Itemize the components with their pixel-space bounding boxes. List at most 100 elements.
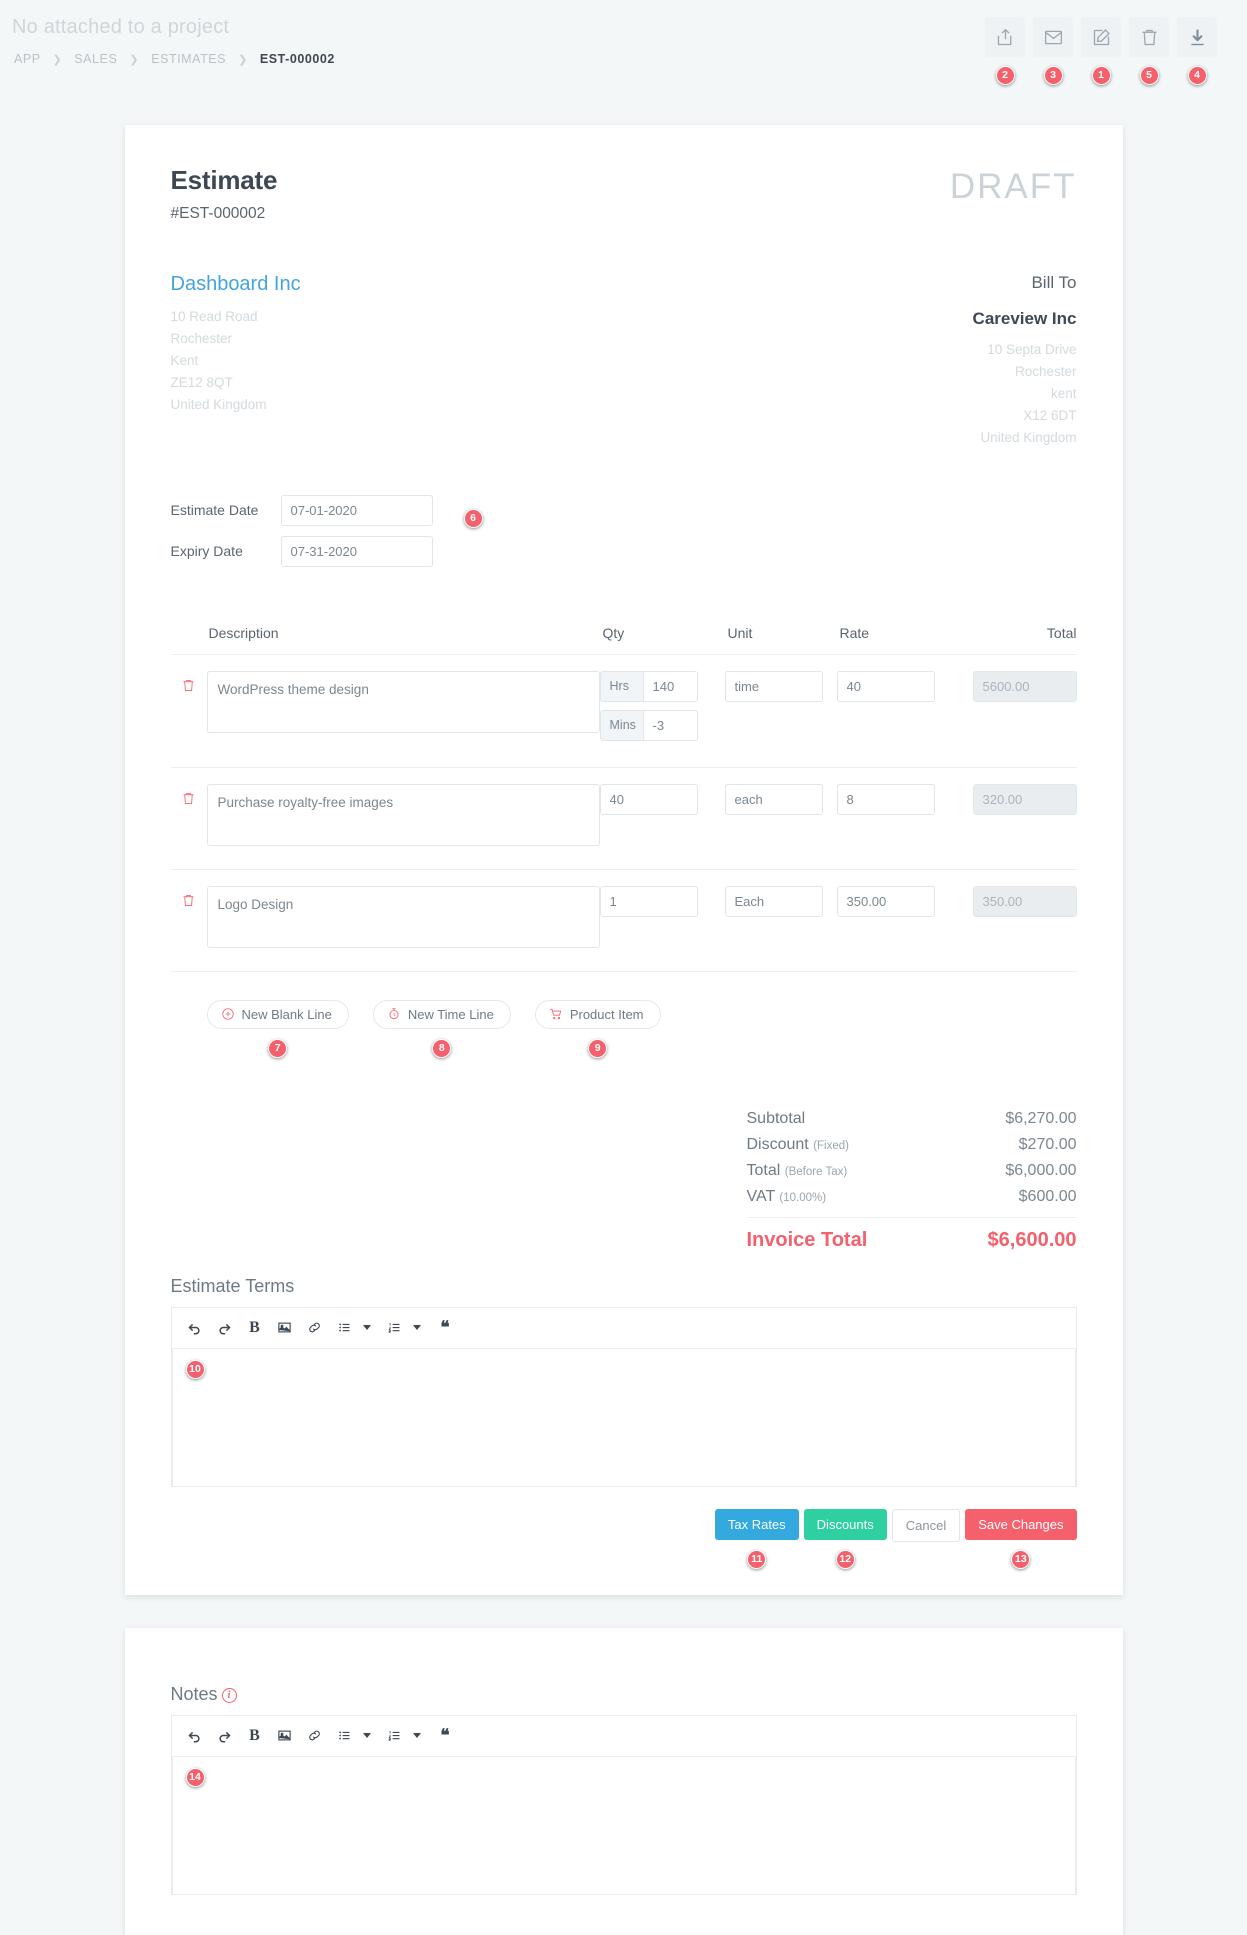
- undo-button[interactable]: [180, 1722, 210, 1750]
- total-label: Total (Before Tax): [747, 1162, 848, 1180]
- line-rate-input[interactable]: [836, 783, 935, 815]
- rate-cell: [836, 885, 965, 917]
- step-badge: 5: [1139, 66, 1159, 85]
- new-time-line-button[interactable]: New Time Line: [372, 999, 511, 1029]
- company-name-link[interactable]: Dashboard Inc: [171, 273, 301, 296]
- numbered-list-icon: [388, 1323, 400, 1333]
- estimate-card: Estimate #EST-000002 DRAFT Dashboard Inc…: [124, 125, 1123, 1595]
- trash-icon: [183, 894, 194, 906]
- info-icon[interactable]: i: [221, 1687, 237, 1703]
- line-description-input[interactable]: [206, 885, 600, 948]
- dates-section: Estimate Date Expiry Date 6: [171, 494, 1077, 567]
- edit-button[interactable]: [1081, 17, 1121, 57]
- breadcrumb-item-sales[interactable]: SALES: [74, 52, 117, 66]
- minutes-input[interactable]: [642, 709, 698, 741]
- email-button[interactable]: [1033, 17, 1073, 57]
- product-item-label: Product Item: [569, 1006, 644, 1022]
- vat-label: VAT (10.00%): [747, 1188, 827, 1206]
- estimate-terms-title: Estimate Terms: [170, 1275, 295, 1296]
- totals-section: Subtotal $6,270.00 Discount (Fixed) $270…: [171, 1106, 1077, 1256]
- bill-to-name: Careview Inc: [972, 309, 1077, 328]
- line-unit-input[interactable]: [724, 885, 823, 917]
- redo-button[interactable]: [210, 1722, 240, 1750]
- tax-rates-button[interactable]: Tax Rates: [714, 1508, 799, 1540]
- minutes-group: Mins: [599, 709, 725, 741]
- estimate-terms-input[interactable]: 10: [171, 1348, 1076, 1487]
- save-changes-button[interactable]: Save Changes: [965, 1508, 1077, 1540]
- plus-circle-icon: [221, 1008, 234, 1020]
- link-button[interactable]: [300, 1722, 330, 1750]
- line-qty-input[interactable]: [599, 783, 698, 815]
- bullet-list-dropdown[interactable]: [360, 1314, 374, 1342]
- bold-button[interactable]: B: [240, 1314, 270, 1342]
- estimate-date-row: Estimate Date: [171, 494, 1077, 526]
- minutes-label: Mins: [599, 709, 643, 741]
- notes-input[interactable]: 14: [171, 1756, 1076, 1895]
- cancel-button[interactable]: Cancel: [891, 1508, 961, 1542]
- step-badge: 10: [185, 1359, 205, 1379]
- bullet-list-button[interactable]: [330, 1314, 360, 1342]
- undo-icon: [188, 1324, 200, 1335]
- undo-button[interactable]: [180, 1314, 210, 1342]
- line-rate-input[interactable]: [836, 885, 935, 917]
- share-button[interactable]: [985, 17, 1025, 57]
- breadcrumb-item-app[interactable]: APP: [14, 52, 40, 66]
- qty-cell: [599, 885, 725, 917]
- delete-line-button[interactable]: [171, 886, 207, 913]
- discounts-button[interactable]: Discounts: [803, 1508, 887, 1540]
- unit-cell: [724, 670, 837, 702]
- line-unit-input[interactable]: [724, 670, 823, 702]
- column-header-unit: Unit: [727, 624, 753, 641]
- product-item-wrap: Product Item 9: [534, 999, 661, 1058]
- bill-to-address: 10 Septa Drive Rochester kent X12 6DT Un…: [973, 341, 1076, 447]
- line-rate-input[interactable]: [836, 670, 935, 702]
- new-blank-line-button[interactable]: New Blank Line: [206, 999, 349, 1029]
- total-label-text: Total: [746, 1161, 781, 1179]
- project-attachment-note: No attached to a project: [12, 16, 230, 38]
- step-badge: 3: [1043, 66, 1063, 85]
- numbered-list-button[interactable]: [380, 1314, 410, 1342]
- total-cell: [965, 783, 1077, 815]
- discount-value: $270.00: [1018, 1135, 1077, 1153]
- from-address: 10 Read Road Rochester Kent ZE12 8QT Uni…: [171, 308, 301, 414]
- blockquote-button[interactable]: ❝: [430, 1722, 460, 1750]
- line-total-output: [972, 783, 1077, 815]
- bold-button[interactable]: B: [240, 1722, 270, 1750]
- link-button[interactable]: [300, 1314, 330, 1342]
- line-description-input[interactable]: [206, 783, 600, 846]
- table-header: Description Qty Unit Rate Total: [170, 624, 1077, 655]
- line-qty-input[interactable]: [599, 885, 698, 917]
- expiry-date-input[interactable]: [280, 535, 433, 567]
- bullet-list-icon: [339, 1731, 350, 1740]
- delete-line-button[interactable]: [171, 784, 207, 811]
- redo-button[interactable]: [210, 1314, 240, 1342]
- image-button[interactable]: [270, 1722, 300, 1750]
- chevron-down-icon: [362, 1325, 371, 1331]
- line-description-input[interactable]: [206, 670, 600, 733]
- hours-input[interactable]: [642, 670, 698, 702]
- redo-icon: [219, 1732, 231, 1743]
- delete-line-button[interactable]: [171, 671, 207, 698]
- editor-toolbar: B ❝: [171, 1715, 1076, 1757]
- bill-to-label: Bill To: [1031, 273, 1077, 292]
- bullet-list-dropdown[interactable]: [360, 1722, 374, 1750]
- breadcrumb-item-current: EST-000002: [259, 52, 335, 66]
- numbered-list-button[interactable]: [380, 1722, 410, 1750]
- line-total-output: [972, 885, 1077, 917]
- estimate-date-input[interactable]: [280, 494, 433, 526]
- product-item-button[interactable]: Product Item: [534, 999, 661, 1029]
- bullet-list-button[interactable]: [330, 1722, 360, 1750]
- blockquote-button[interactable]: ❝: [430, 1314, 460, 1342]
- numbered-list-dropdown[interactable]: [410, 1722, 424, 1750]
- address-line: United Kingdom: [170, 396, 267, 412]
- table-row: [170, 870, 1077, 972]
- breadcrumb-item-estimates[interactable]: ESTIMATES: [151, 52, 226, 66]
- numbered-list-dropdown[interactable]: [410, 1314, 424, 1342]
- line-unit-input[interactable]: [724, 783, 823, 815]
- step-badge: 8: [432, 1038, 452, 1058]
- download-button[interactable]: [1177, 17, 1217, 57]
- image-button[interactable]: [270, 1314, 300, 1342]
- delete-button[interactable]: [1129, 17, 1169, 57]
- step-badge: 6: [463, 508, 483, 528]
- breadcrumb-separator-icon: ❯: [129, 54, 140, 66]
